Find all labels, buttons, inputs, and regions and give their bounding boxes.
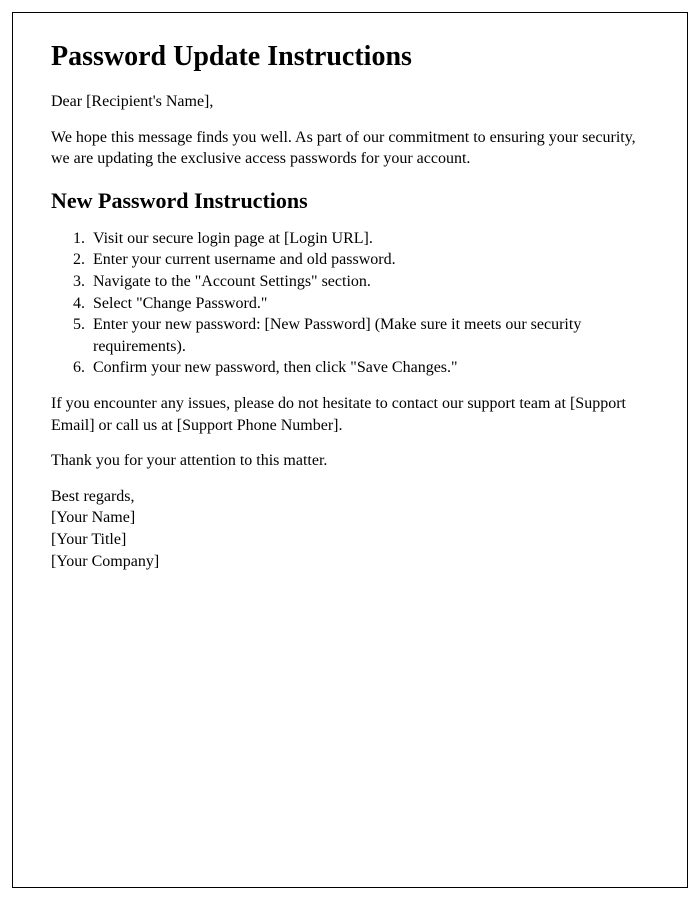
instruction-step: Enter your new password: [New Password] … bbox=[89, 314, 649, 357]
section-heading: New Password Instructions bbox=[51, 188, 649, 214]
intro-paragraph: We hope this message finds you well. As … bbox=[51, 127, 649, 170]
signoff-regards: Best regards, bbox=[51, 486, 649, 508]
instruction-list: Visit our secure login page at [Login UR… bbox=[89, 228, 649, 379]
instruction-step: Visit our secure login page at [Login UR… bbox=[89, 228, 649, 250]
page-title: Password Update Instructions bbox=[51, 41, 649, 73]
greeting-line: Dear [Recipient's Name], bbox=[51, 91, 649, 113]
signoff-name: [Your Name] bbox=[51, 507, 649, 529]
signoff-title: [Your Title] bbox=[51, 529, 649, 551]
instruction-step: Confirm your new password, then click "S… bbox=[89, 357, 649, 379]
thanks-paragraph: Thank you for your attention to this mat… bbox=[51, 450, 649, 472]
support-paragraph: If you encounter any issues, please do n… bbox=[51, 393, 649, 436]
signature-block: Best regards, [Your Name] [Your Title] [… bbox=[51, 486, 649, 572]
instruction-step: Navigate to the "Account Settings" secti… bbox=[89, 271, 649, 293]
instruction-step: Select "Change Password." bbox=[89, 293, 649, 315]
instruction-step: Enter your current username and old pass… bbox=[89, 249, 649, 271]
document-page: Password Update Instructions Dear [Recip… bbox=[12, 12, 688, 888]
signoff-company: [Your Company] bbox=[51, 551, 649, 573]
